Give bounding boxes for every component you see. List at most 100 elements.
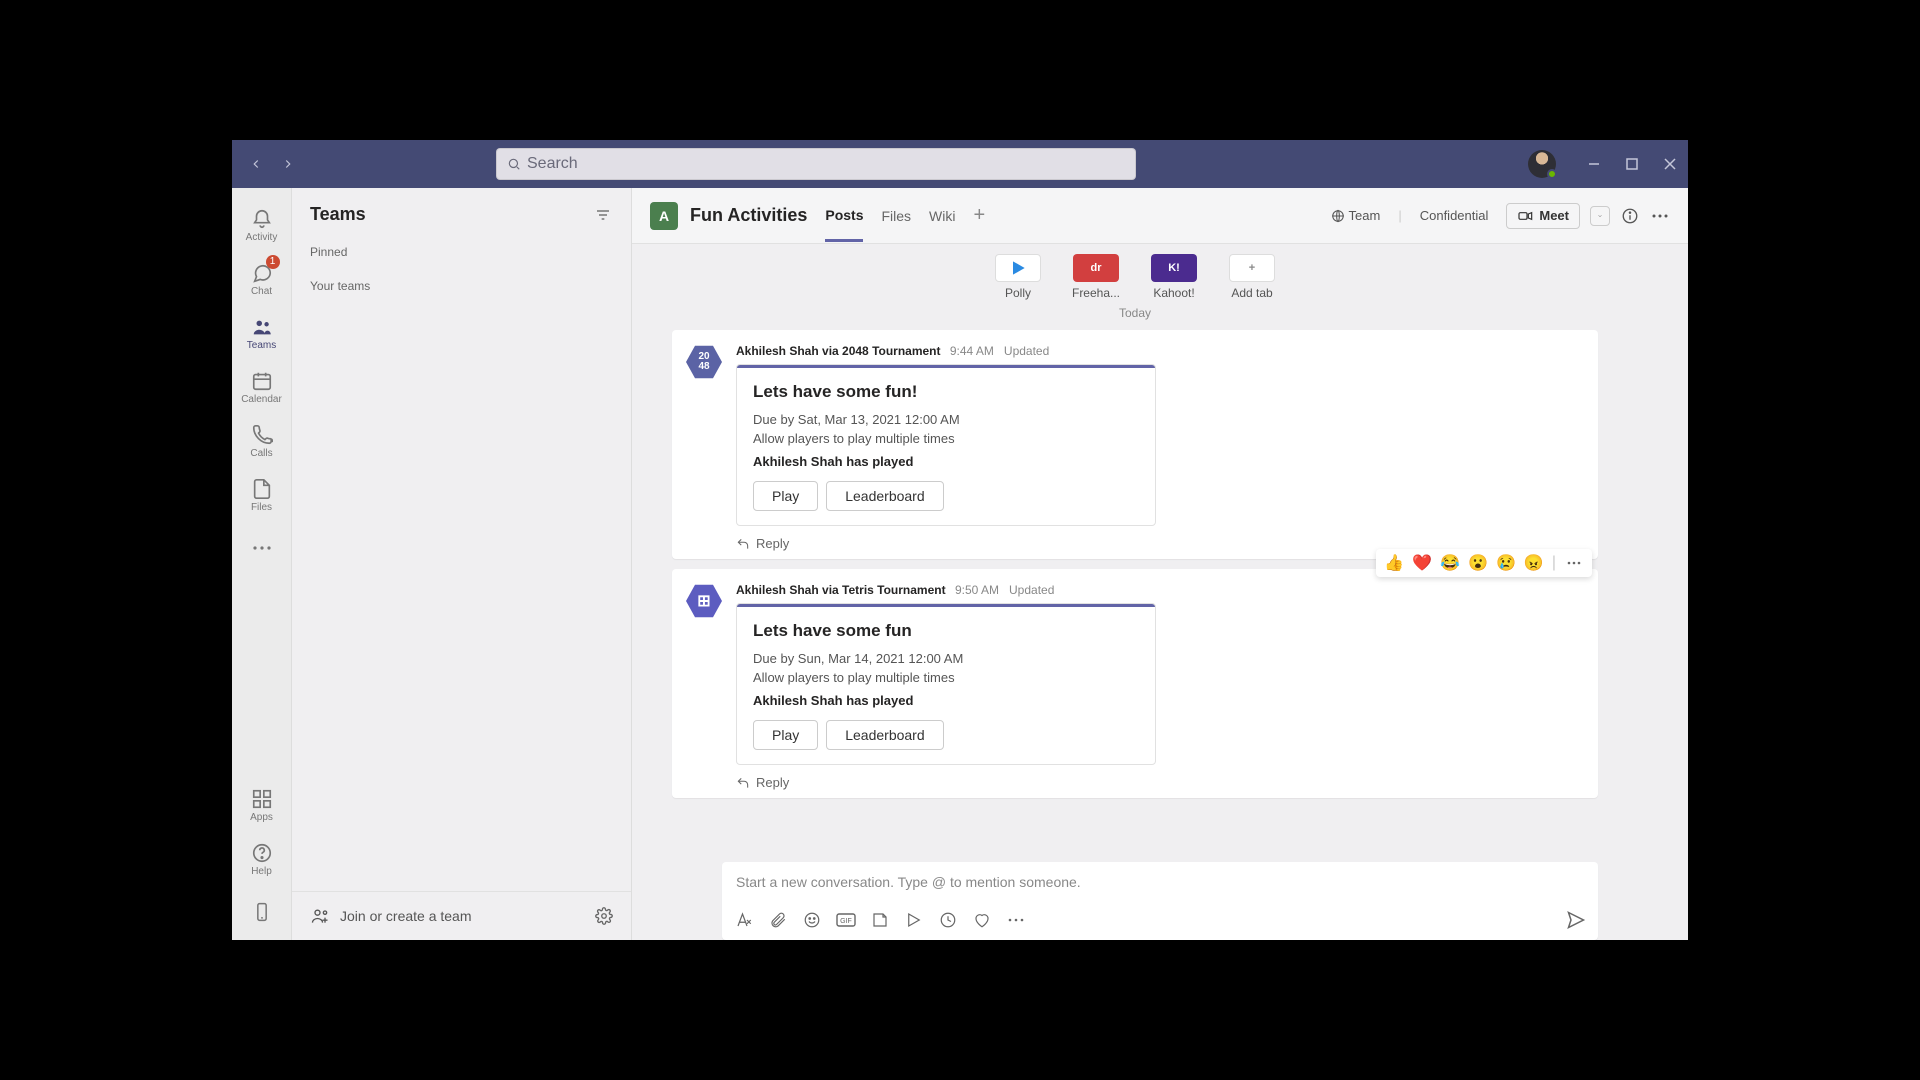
teams-panel: Teams Pinned Your teams Join or create a… xyxy=(292,188,632,940)
maximize-button[interactable] xyxy=(1622,154,1642,174)
rail-apps[interactable]: Apps xyxy=(232,778,292,832)
app-rail: Activity 1 Chat Teams Calendar Calls xyxy=(232,188,292,940)
rail-calls[interactable]: Calls xyxy=(232,414,292,468)
sticker-icon[interactable] xyxy=(870,910,890,930)
presence-icon xyxy=(1547,169,1557,179)
rail-chat-label: Chat xyxy=(251,286,272,297)
meet-dropdown[interactable] xyxy=(1590,206,1610,226)
conversation-area: Polly drFreeha... K!Kahoot! +Add tab Tod… xyxy=(632,244,1688,856)
tab-posts[interactable]: Posts xyxy=(825,191,863,242)
play-button[interactable]: Play xyxy=(753,481,818,511)
post-time: 9:44 AM xyxy=(950,344,994,358)
reply-button[interactable]: Reply xyxy=(736,775,1584,790)
org-team-label[interactable]: Team xyxy=(1323,204,1389,227)
people-add-icon xyxy=(310,906,330,926)
play-button[interactable]: Play xyxy=(753,720,818,750)
back-button[interactable] xyxy=(244,152,268,176)
confidential-label[interactable]: Confidential xyxy=(1412,204,1497,227)
post-author: Akhilesh Shah via 2048 Tournament xyxy=(736,344,941,358)
compose-more[interactable] xyxy=(1006,910,1026,930)
svg-text:GIF: GIF xyxy=(840,918,852,925)
card-title: Lets have some fun! xyxy=(753,382,1139,402)
meeting-icon[interactable] xyxy=(904,910,924,930)
attach-icon[interactable] xyxy=(768,910,788,930)
section-your-teams[interactable]: Your teams xyxy=(292,269,631,303)
meet-button[interactable]: Meet xyxy=(1506,203,1580,229)
channel-header: A Fun Activities Posts Files Wiki + Team… xyxy=(632,188,1688,244)
post-status: Updated xyxy=(1004,344,1049,358)
info-button[interactable] xyxy=(1620,206,1640,226)
user-avatar[interactable] xyxy=(1528,150,1556,178)
leaderboard-button[interactable]: Leaderboard xyxy=(826,720,943,750)
rail-teams[interactable]: Teams xyxy=(232,306,292,360)
reaction-angry[interactable]: 😠 xyxy=(1524,553,1544,573)
app-window: Search Activity 1 Chat Teams xyxy=(232,140,1688,940)
rail-files[interactable]: Files xyxy=(232,468,292,522)
card-played: Akhilesh Shah has played xyxy=(753,454,1139,469)
reactions-more[interactable] xyxy=(1564,553,1584,573)
reply-icon xyxy=(736,537,750,551)
app-tile-kahoot[interactable]: K!Kahoot! xyxy=(1144,254,1204,300)
tab-files[interactable]: Files xyxy=(881,192,911,240)
date-separator: Today xyxy=(672,306,1598,320)
app-tile-freehand[interactable]: drFreeha... xyxy=(1066,254,1126,300)
send-button[interactable] xyxy=(1566,910,1586,930)
stream-icon[interactable] xyxy=(938,910,958,930)
rail-activity-label: Activity xyxy=(246,232,278,243)
filter-button[interactable] xyxy=(593,205,613,225)
card-rule: Allow players to play multiple times xyxy=(753,670,1139,685)
post-item: 👍 ❤️ 😂 😮 😢 😠 | ⊞ Akhilesh Shah via Tetri… xyxy=(672,569,1598,798)
rail-more[interactable] xyxy=(232,522,292,576)
gif-icon[interactable]: GIF xyxy=(836,910,856,930)
chat-badge: 1 xyxy=(266,255,280,269)
rail-activity[interactable]: Activity xyxy=(232,198,292,252)
main-content: A Fun Activities Posts Files Wiki + Team… xyxy=(632,188,1688,940)
app-avatar-tetris: ⊞ xyxy=(686,583,722,619)
join-create-team[interactable]: Join or create a team xyxy=(340,908,472,924)
rail-help[interactable]: Help xyxy=(232,832,292,886)
compose-input[interactable]: Start a new conversation. Type @ to ment… xyxy=(722,862,1598,902)
team-avatar[interactable]: A xyxy=(650,202,678,230)
section-pinned[interactable]: Pinned xyxy=(292,235,631,269)
settings-icon[interactable] xyxy=(595,907,613,925)
camera-icon xyxy=(1517,208,1533,224)
reactions-bar: 👍 ❤️ 😂 😮 😢 😠 | xyxy=(1376,549,1592,577)
app-tile-addtab[interactable]: +Add tab xyxy=(1222,254,1282,300)
channel-name: Fun Activities xyxy=(690,205,807,226)
rail-calendar[interactable]: Calendar xyxy=(232,360,292,414)
reaction-surprised[interactable]: 😮 xyxy=(1468,553,1488,573)
rail-help-label: Help xyxy=(251,866,272,877)
rail-chat[interactable]: 1 Chat xyxy=(232,252,292,306)
card-due: Due by Sun, Mar 14, 2021 12:00 AM xyxy=(753,651,1139,666)
reaction-heart[interactable]: ❤️ xyxy=(1412,553,1432,573)
reaction-like[interactable]: 👍 xyxy=(1384,553,1404,573)
app-tile-polly[interactable]: Polly xyxy=(988,254,1048,300)
add-tab-button[interactable]: + xyxy=(973,204,985,227)
search-icon xyxy=(507,157,521,171)
format-icon[interactable] xyxy=(734,910,754,930)
rail-teams-label: Teams xyxy=(247,340,276,351)
card-due: Due by Sat, Mar 13, 2021 12:00 AM xyxy=(753,412,1139,427)
reaction-laugh[interactable]: 😂 xyxy=(1440,553,1460,573)
titlebar: Search xyxy=(232,140,1688,188)
post-item: 20 48 Akhilesh Shah via 2048 Tournament … xyxy=(672,330,1598,559)
praise-icon[interactable] xyxy=(972,910,992,930)
rail-calendar-label: Calendar xyxy=(241,394,282,405)
post-time: 9:50 AM xyxy=(955,583,999,597)
forward-button[interactable] xyxy=(276,152,300,176)
minimize-button[interactable] xyxy=(1584,154,1604,174)
rail-files-label: Files xyxy=(251,502,272,513)
compose-box: Start a new conversation. Type @ to ment… xyxy=(722,862,1598,940)
search-input[interactable]: Search xyxy=(496,148,1136,180)
tab-wiki[interactable]: Wiki xyxy=(929,192,955,240)
card-rule: Allow players to play multiple times xyxy=(753,431,1139,446)
card-title: Lets have some fun xyxy=(753,621,1139,641)
more-button[interactable] xyxy=(1650,206,1670,226)
search-placeholder: Search xyxy=(527,155,578,173)
close-button[interactable] xyxy=(1660,154,1680,174)
reaction-sad[interactable]: 😢 xyxy=(1496,553,1516,573)
rail-apps-label: Apps xyxy=(250,812,273,823)
leaderboard-button[interactable]: Leaderboard xyxy=(826,481,943,511)
emoji-icon[interactable] xyxy=(802,910,822,930)
rail-mobile[interactable] xyxy=(232,886,292,940)
